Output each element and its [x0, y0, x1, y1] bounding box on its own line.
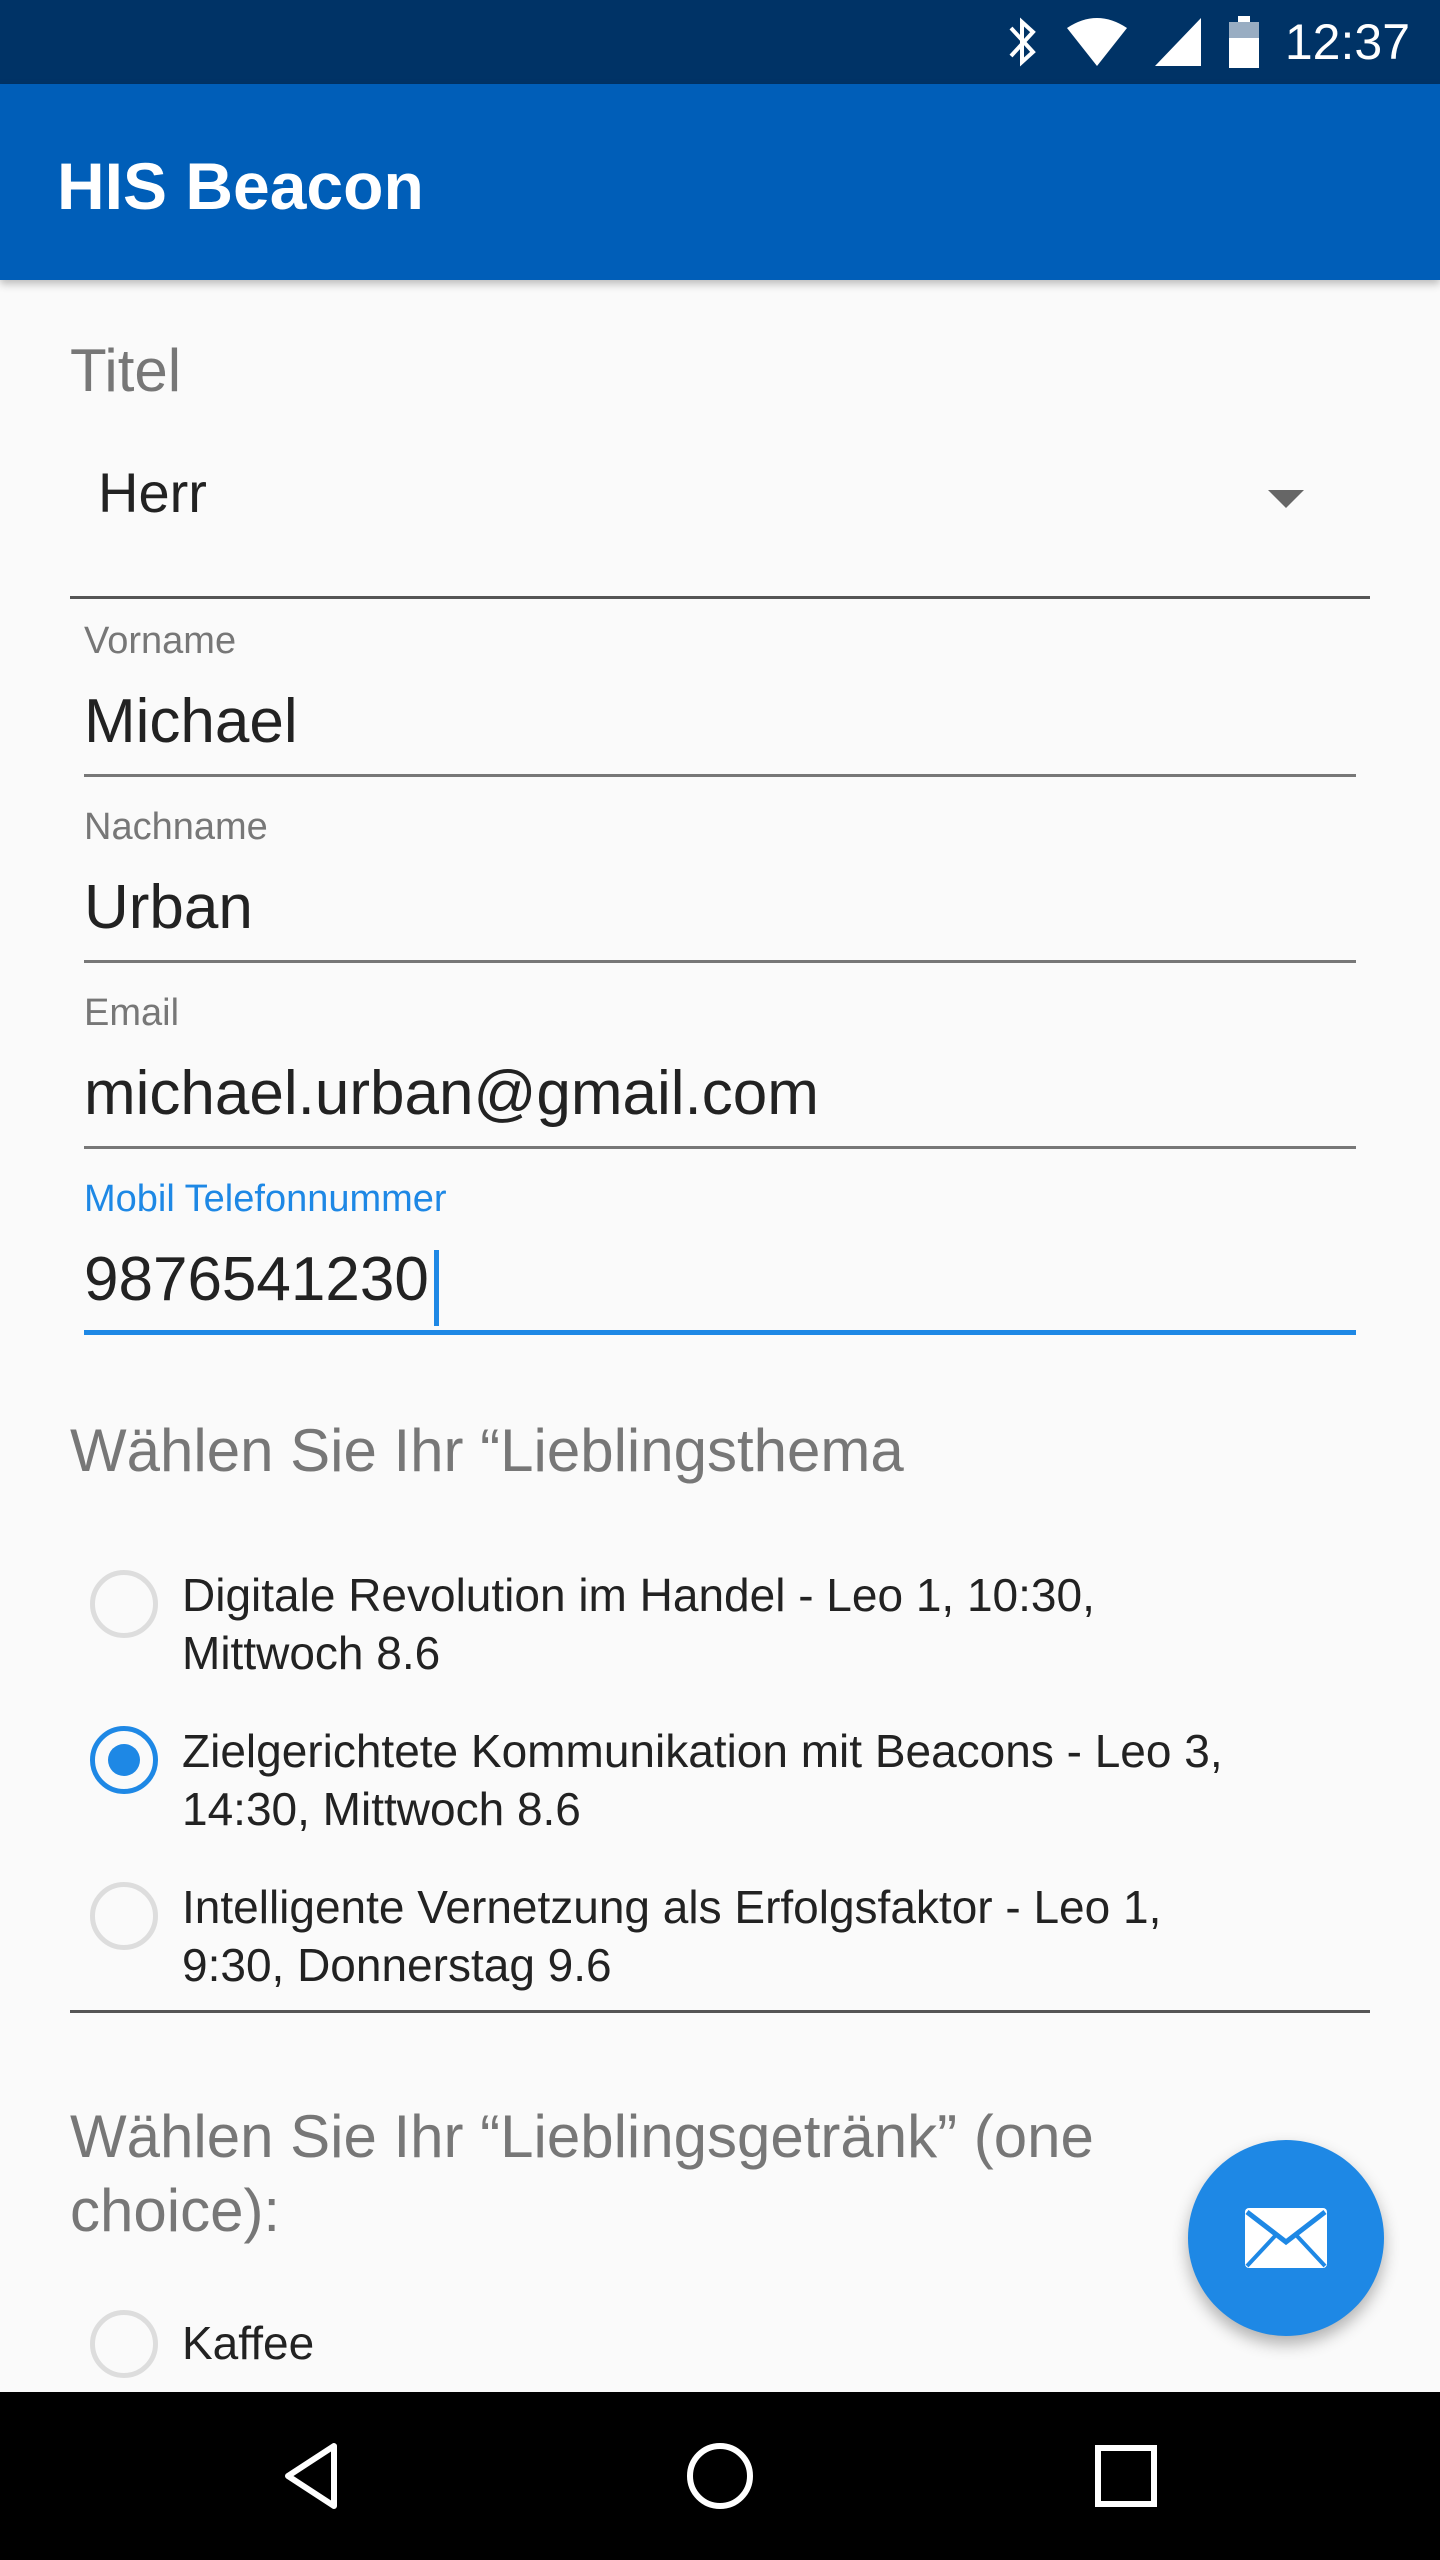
app-bar: HIS Beacon	[0, 84, 1440, 280]
wifi-icon	[1066, 18, 1127, 66]
bluetooth-icon	[1009, 17, 1036, 67]
dropdown-arrow-icon	[1268, 490, 1304, 508]
topic-section-title: Wählen Sie Ihr “Lieblingsthema	[70, 1417, 904, 1484]
clock: 12:37	[1284, 14, 1410, 70]
topic-option-label: Digitale Revolution im Handel - Leo 1, 1…	[182, 1569, 1095, 1679]
title-spinner-value: Herr	[98, 461, 207, 524]
status-bar: 12:37	[0, 0, 1440, 84]
email-label: Email	[84, 992, 180, 1034]
topic-radio-1[interactable]	[90, 1570, 158, 1638]
topic-divider	[70, 2010, 1370, 2013]
envelope-icon	[1245, 2208, 1327, 2268]
email-underline	[84, 1146, 1356, 1149]
mobile-underline	[84, 1330, 1356, 1335]
first-name-input[interactable]: Michael	[84, 686, 1356, 766]
battery-icon	[1228, 16, 1259, 68]
topic-radio-3[interactable]	[90, 1882, 158, 1950]
app-title: HIS Beacon	[57, 149, 424, 223]
navigation-bar	[0, 2392, 1440, 2560]
first-name-label: Vorname	[84, 620, 237, 662]
drink-option-label: Kaffee	[182, 2317, 315, 2369]
title-spinner[interactable]: Herr	[70, 430, 1370, 580]
mobile-label: Mobil Telefonnummer	[84, 1178, 447, 1220]
topic-radio-2[interactable]	[90, 1726, 158, 1794]
first-name-underline	[84, 774, 1356, 777]
cell-signal-icon	[1154, 18, 1201, 66]
last-name-label: Nachname	[84, 806, 268, 848]
form-content[interactable]: Titel Herr Vorname Michael Nachname Urba…	[0, 280, 1440, 2392]
back-icon[interactable]	[274, 2436, 354, 2516]
topic-option-label: Intelligente Vernetzung als Erfolgsfakto…	[182, 1881, 1162, 1991]
last-name-underline	[84, 960, 1356, 963]
send-fab-button[interactable]	[1188, 2140, 1384, 2336]
recents-icon[interactable]	[1086, 2436, 1166, 2516]
title-label: Titel	[70, 337, 182, 404]
email-input[interactable]: michael.urban@gmail.com	[84, 1058, 1356, 1138]
spinner-divider	[70, 596, 1370, 599]
last-name-input[interactable]: Urban	[84, 872, 1356, 952]
topic-option-label: Zielgerichtete Kommunikation mit Beacons…	[182, 1725, 1223, 1835]
drink-section-title: Wählen Sie Ihr “Lieblingsgetränk” (one c…	[70, 2103, 1094, 2244]
mobile-input[interactable]: 9876541230	[84, 1244, 1356, 1324]
drink-radio-1[interactable]	[90, 2310, 158, 2378]
home-icon[interactable]	[680, 2436, 760, 2516]
text-cursor	[434, 1250, 439, 1326]
